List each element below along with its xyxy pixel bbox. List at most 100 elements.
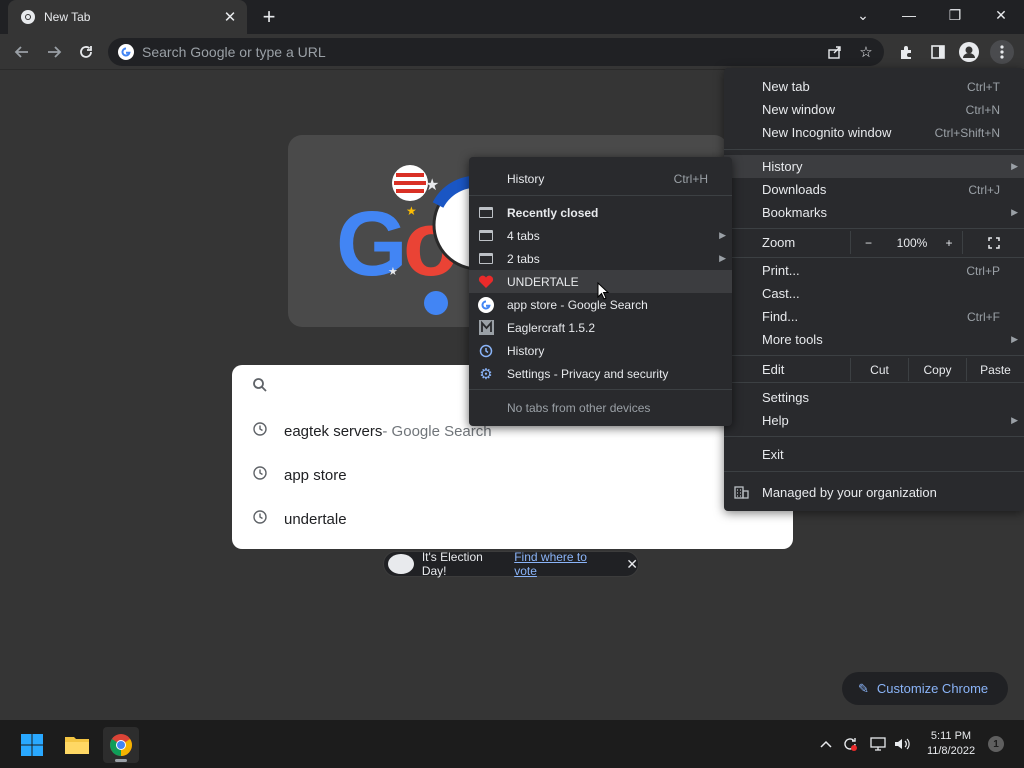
- omnibox-placeholder: Search Google or type a URL: [142, 44, 326, 60]
- submenu-item-history-page[interactable]: History: [469, 339, 732, 362]
- back-icon[interactable]: [8, 38, 36, 66]
- menu-item-downloads[interactable]: Downloads Ctrl+J: [724, 178, 1024, 201]
- notification-badge[interactable]: 1: [988, 736, 1004, 752]
- mouse-cursor-icon: [597, 282, 609, 300]
- tab-search-button[interactable]: ⌄: [840, 0, 886, 30]
- history-icon: [478, 343, 494, 359]
- side-panel-icon[interactable]: [926, 40, 950, 64]
- submenu-item-eaglercraft[interactable]: Eaglercraft 1.5.2: [469, 316, 732, 339]
- recently-closed-heading: Recently closed: [469, 201, 732, 224]
- menu-item-managed[interactable]: Managed by your organization: [724, 481, 1024, 504]
- reload-icon[interactable]: [72, 38, 100, 66]
- chrome-taskbar-icon[interactable]: [103, 727, 139, 763]
- menu-item-print[interactable]: Print... Ctrl+P: [724, 259, 1024, 282]
- suggestion-item[interactable]: undertale: [232, 499, 793, 539]
- submenu-label: History: [507, 171, 545, 186]
- menu-label: Zoom: [762, 235, 796, 250]
- search-icon: [250, 377, 270, 397]
- suggestion-text: undertale: [284, 510, 347, 528]
- omnibox[interactable]: Search Google or type a URL: [108, 38, 884, 66]
- find-vote-link[interactable]: Find where to vote: [514, 550, 612, 578]
- menu-shortcut: Ctrl+J: [968, 182, 1000, 197]
- submenu-item-4-tabs[interactable]: 4 tabs ▶: [469, 224, 732, 247]
- election-text: It's Election Day!: [421, 550, 483, 578]
- menu-divider: [724, 471, 1024, 472]
- volume-icon[interactable]: [892, 734, 912, 754]
- menu-label: Cast...: [762, 286, 800, 301]
- clock-icon: [250, 466, 270, 484]
- submenu-label: 2 tabs: [507, 251, 540, 266]
- zoom-out-button[interactable]: −: [850, 231, 886, 254]
- submenu-label: 4 tabs: [507, 228, 540, 243]
- clock-icon: [250, 422, 270, 440]
- chevron-up-icon[interactable]: [818, 734, 834, 754]
- kebab-menu-icon[interactable]: [990, 40, 1014, 64]
- tab-close-icon[interactable]: ✕: [219, 6, 241, 28]
- submenu-arrow-icon: ▶: [719, 253, 726, 263]
- network-icon[interactable]: [868, 734, 888, 754]
- zoom-in-button[interactable]: +: [938, 231, 960, 254]
- taskbar-clock[interactable]: 5:11 PM 11/8/2022: [918, 729, 984, 759]
- submenu-arrow-icon: ▶: [1011, 334, 1018, 344]
- menu-shortcut: Ctrl+T: [967, 79, 1000, 94]
- copy-button[interactable]: Copy: [908, 358, 966, 381]
- suggestion-item[interactable]: app store: [232, 455, 793, 495]
- clock-time: 5:11 PM: [930, 730, 972, 742]
- submenu-shortcut: Ctrl+H: [673, 171, 708, 186]
- window-icon: [478, 205, 494, 221]
- forward-icon[interactable]: [40, 38, 68, 66]
- submenu-label: app store - Google Search: [507, 297, 648, 312]
- submenu-arrow-icon: ▶: [719, 230, 726, 240]
- menu-item-new-tab[interactable]: New tab Ctrl+T: [724, 75, 1024, 98]
- heart-icon: [478, 274, 494, 290]
- menu-item-help[interactable]: Help ▶: [724, 409, 1024, 432]
- file-explorer-icon[interactable]: [59, 727, 95, 763]
- extensions-icon[interactable]: [894, 40, 918, 64]
- minimize-button[interactable]: —: [886, 0, 932, 30]
- menu-label: Managed by your organization: [762, 485, 937, 500]
- menu-item-find[interactable]: Find... Ctrl+F: [724, 305, 1024, 328]
- submenu-label: Eaglercraft 1.5.2: [507, 320, 596, 335]
- share-icon[interactable]: [824, 41, 846, 63]
- submenu-item-settings-privacy[interactable]: ⚙ Settings - Privacy and security: [469, 362, 732, 385]
- menu-label: Downloads: [762, 182, 827, 197]
- submenu-label: Settings - Privacy and security: [507, 366, 669, 381]
- sync-icon[interactable]: [840, 734, 860, 754]
- clock-icon: [250, 510, 270, 528]
- menu-label: More tools: [762, 332, 823, 347]
- menu-divider: [724, 382, 1024, 383]
- menu-item-bookmarks[interactable]: Bookmarks ▶: [724, 201, 1024, 224]
- menu-item-exit[interactable]: Exit: [724, 443, 1024, 466]
- fullscreen-icon[interactable]: [962, 231, 1024, 254]
- profile-icon[interactable]: [957, 40, 981, 64]
- building-icon: [734, 485, 750, 501]
- menu-label: Print...: [762, 263, 800, 278]
- restore-button[interactable]: ❐: [932, 0, 978, 30]
- submenu-divider: [469, 195, 732, 196]
- tab-new-tab[interactable]: New Tab ✕: [8, 0, 247, 34]
- gear-icon: ⚙: [479, 365, 493, 383]
- menu-item-new-window[interactable]: New window Ctrl+N: [724, 98, 1024, 121]
- submenu-item-history[interactable]: History Ctrl+H: [469, 167, 732, 190]
- menu-divider: [724, 436, 1024, 437]
- menu-item-settings[interactable]: Settings: [724, 386, 1024, 409]
- new-tab-button[interactable]: +: [256, 4, 282, 30]
- submenu-item-2-tabs[interactable]: 2 tabs ▶: [469, 247, 732, 270]
- windows-start-icon[interactable]: [14, 727, 50, 763]
- taskbar: 5:11 PM 11/8/2022 1: [0, 720, 1024, 768]
- cut-button[interactable]: Cut: [850, 358, 908, 381]
- close-icon[interactable]: ✕: [626, 556, 638, 573]
- menu-item-history[interactable]: History ▶: [724, 155, 1024, 178]
- customize-chrome-button[interactable]: ✎ Customize Chrome: [842, 672, 1008, 705]
- pencil-icon: ✎: [858, 680, 869, 696]
- menu-label: Bookmarks: [762, 205, 828, 220]
- menu-label: Help: [762, 413, 789, 428]
- svg-text:★: ★: [406, 204, 417, 218]
- star-icon[interactable]: ☆: [855, 41, 877, 63]
- menu-item-cast[interactable]: Cast...: [724, 282, 1024, 305]
- menu-item-incognito[interactable]: New Incognito window Ctrl+Shift+N: [724, 121, 1024, 144]
- paste-button[interactable]: Paste: [966, 358, 1024, 381]
- menu-item-more-tools[interactable]: More tools ▶: [724, 328, 1024, 351]
- close-window-button[interactable]: ✕: [978, 0, 1024, 30]
- menu-label: Edit: [762, 362, 785, 377]
